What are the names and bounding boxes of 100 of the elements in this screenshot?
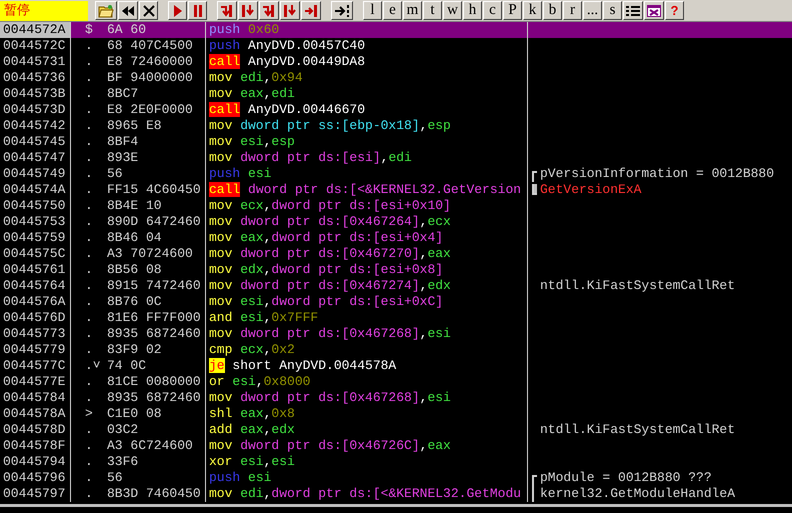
disassembly-row[interactable]: 0044576A . 8B76 0C mov esi,dword ptr ds:[esi+0xC] [0,294,792,310]
instruction-mnemonic: and [209,310,232,325]
execute-till-return-button[interactable] [301,1,321,20]
instruction-operands: dword ptr ds:[0x467268],esi [240,326,451,341]
instruction-mnemonic: shl [209,406,232,421]
disassembly-row[interactable]: 00445797 . 8B3D 7460450 mov edi,dword ptr ds:[<&KERNEL32.GetModu kernel32.GetModuleHandleA [0,486,792,502]
disassembly-row[interactable]: 0044575C . A3 70724600 mov dword ptr ds:[0x467270],eax [0,246,792,262]
step-button[interactable] [217,1,237,20]
disassembly-row[interactable]: 00445764 . 8915 7472460 mov dword ptr ds:[0x467274],edx ntdll.KiFastSystemCallRet [0,278,792,294]
disassembly-row[interactable]: 0044577E . 81CE 0080000 or esi,0x8000 [0,374,792,390]
instruction-operands: eax,dword ptr ds:[esi+0x4] [240,230,444,245]
window-letter-button[interactable]: l [363,1,382,20]
disassembly-row[interactable]: 0044573D . E8 2E0F0000 call AnyDVD.00446670 [0,102,792,118]
disassembly-row[interactable]: 00445753 . 890D 6472460 mov dword ptr ds:[0x467264],ecx [0,214,792,230]
jump-marker: . [84,326,94,342]
address-text: 00445750 [3,198,66,213]
instruction-operands: ecx,dword ptr ds:[esi+0x10] [240,198,451,213]
disassembly-row[interactable]: 00445736 . BF 94000000 mov edi,0x94 [0,70,792,86]
window-letter-button[interactable]: k [523,1,542,20]
hex-dump-text: E8 72460000 [107,54,193,70]
jump-marker: . [84,310,94,326]
jump-marker: . [84,246,94,262]
go-to-button[interactable] [331,1,353,20]
instruction-mnemonic: mov [209,262,232,277]
open-file-button[interactable] [95,1,117,20]
window-letter-button[interactable]: m [403,1,422,20]
jump-marker: . [84,342,94,358]
close-button[interactable] [139,1,158,20]
step-icon [241,4,255,18]
instruction-mnemonic: mov [209,390,232,405]
instruction-operands: dword ptr ds:[esi],edi [240,150,412,165]
disassembly-row[interactable]: 00445747 . 893E mov dword ptr ds:[esi],edi [0,150,792,166]
disassembly-row[interactable]: 00445742 . 8965 E8 mov dword ptr ss:[ebp-0x18],esp [0,118,792,134]
disassembly-row[interactable]: 00445759 . 8B46 04 mov eax,dword ptr ds:[esi+0x4] [0,230,792,246]
disassembly-row[interactable]: 0044578F . A3 6C724600 mov dword ptr ds:[0x46726C],eax [0,438,792,454]
jump-marker: . [84,374,94,390]
instruction-mnemonic: mov [209,214,232,229]
window-letter-button[interactable]: ... [583,1,602,20]
pause-icon [192,4,202,16]
address-text: 00445764 [3,278,66,293]
window-letter-button[interactable]: w [443,1,462,20]
instruction-operands: ecx,0x2 [240,342,295,357]
restart-button[interactable] [118,1,138,20]
list-button[interactable] [623,1,643,20]
close-icon [142,4,154,16]
window-letter-button[interactable]: P [503,1,522,20]
step-button[interactable] [238,1,258,20]
disassembly-row[interactable]: 00445745 . 8BF4 mov esi,esp [0,134,792,150]
instruction-mnemonic: mov [209,118,232,133]
window-letter-button[interactable]: b [543,1,562,20]
jump-marker: . [84,262,94,278]
window-letter-button[interactable]: c [483,1,502,20]
disassembly-row[interactable]: 00445761 . 8B56 08 mov edx,dword ptr ds:[esi+0x8] [0,262,792,278]
disassembly-row[interactable]: 0044574A . FF15 4C60450 call dword ptr ds:[<&KERNEL32.GetVersion GetVersionExA [0,182,792,198]
play-icon [172,4,182,16]
step-button[interactable] [280,1,300,20]
hex-dump-text: E8 2E0F0000 [107,102,193,118]
instruction-operands: dword ptr ds:[0x467270],eax [240,246,451,261]
pause-button[interactable] [188,1,207,20]
address-text: 0044577C [3,358,66,373]
window-letter-button[interactable]: r [563,1,582,20]
jump-marker: . [84,38,94,54]
window-letter-button[interactable]: e [383,1,402,20]
step-icon [262,4,276,18]
instruction-operands: esi,0x7FFF [240,310,318,325]
disassembly-row[interactable]: 00445731 . E8 72460000 call AnyDVD.00449DA8 [0,54,792,70]
hex-dump-text: BF 94000000 [107,70,193,86]
disassembly-row[interactable]: 0044578A > C1E0 08 shl eax,0x8 [0,406,792,422]
instruction-operands: eax,0x8 [240,406,295,421]
window-letter-button[interactable]: h [463,1,482,20]
window-button[interactable] [644,1,664,20]
address-text: 00445794 [3,454,66,469]
disassembly-row[interactable]: 0044578D . 03C2 add eax,edx ntdll.KiFastSystemCallRet [0,422,792,438]
disassembly-row[interactable]: 0044576D . 81E6 FF7F000 and esi,0x7FFF [0,310,792,326]
window-letter-button[interactable]: s [603,1,622,20]
instruction-mnemonic: mov [209,294,232,309]
step-button[interactable] [259,1,279,20]
disassembly-row[interactable]: 0044572A $ 6A 60 push 0x60 [0,22,792,38]
instruction-operands: esi,esi [240,454,295,469]
disassembly-row[interactable]: 00445796 . 56 push esi pModule = 0012B880 ??? [0,470,792,486]
instruction-mnemonic: mov [209,486,232,501]
run-button[interactable] [168,1,187,20]
disassembly-row[interactable]: 0044577C .˅ 74 0C je short AnyDVD.0044578A [0,358,792,374]
window-letter-button[interactable]: t [423,1,442,20]
instruction-mnemonic: xor [209,454,232,469]
instruction-mnemonic: mov [209,150,232,165]
jump-marker: . [84,182,94,198]
hex-dump-text: 890D 6472460 [107,214,201,230]
instruction-mnemonic: call [209,182,240,197]
disassembly-row[interactable]: 00445750 . 8B4E 10 mov ecx,dword ptr ds:[esi+0x10] [0,198,792,214]
address-text: 0044572C [3,38,66,53]
instruction-mnemonic: push [209,470,240,485]
hex-dump-text: 8935 6872460 [107,390,201,406]
hex-dump-text: 6A 60 [107,22,146,38]
jump-marker: . [84,390,94,406]
hex-dump-text: 8B56 08 [107,262,162,278]
disassembly-row[interactable]: 00445794 . 33F6 xor esi,esi [0,454,792,470]
disassembly-row[interactable]: 00445784 . 8935 6872460 mov dword ptr ds:[0x467268],esi [0,390,792,406]
instruction-operands: eax,edi [240,86,295,101]
disassembly-row[interactable]: 00445773 . 8935 6872460 mov dword ptr ds:[0x467268],esi [0,326,792,342]
